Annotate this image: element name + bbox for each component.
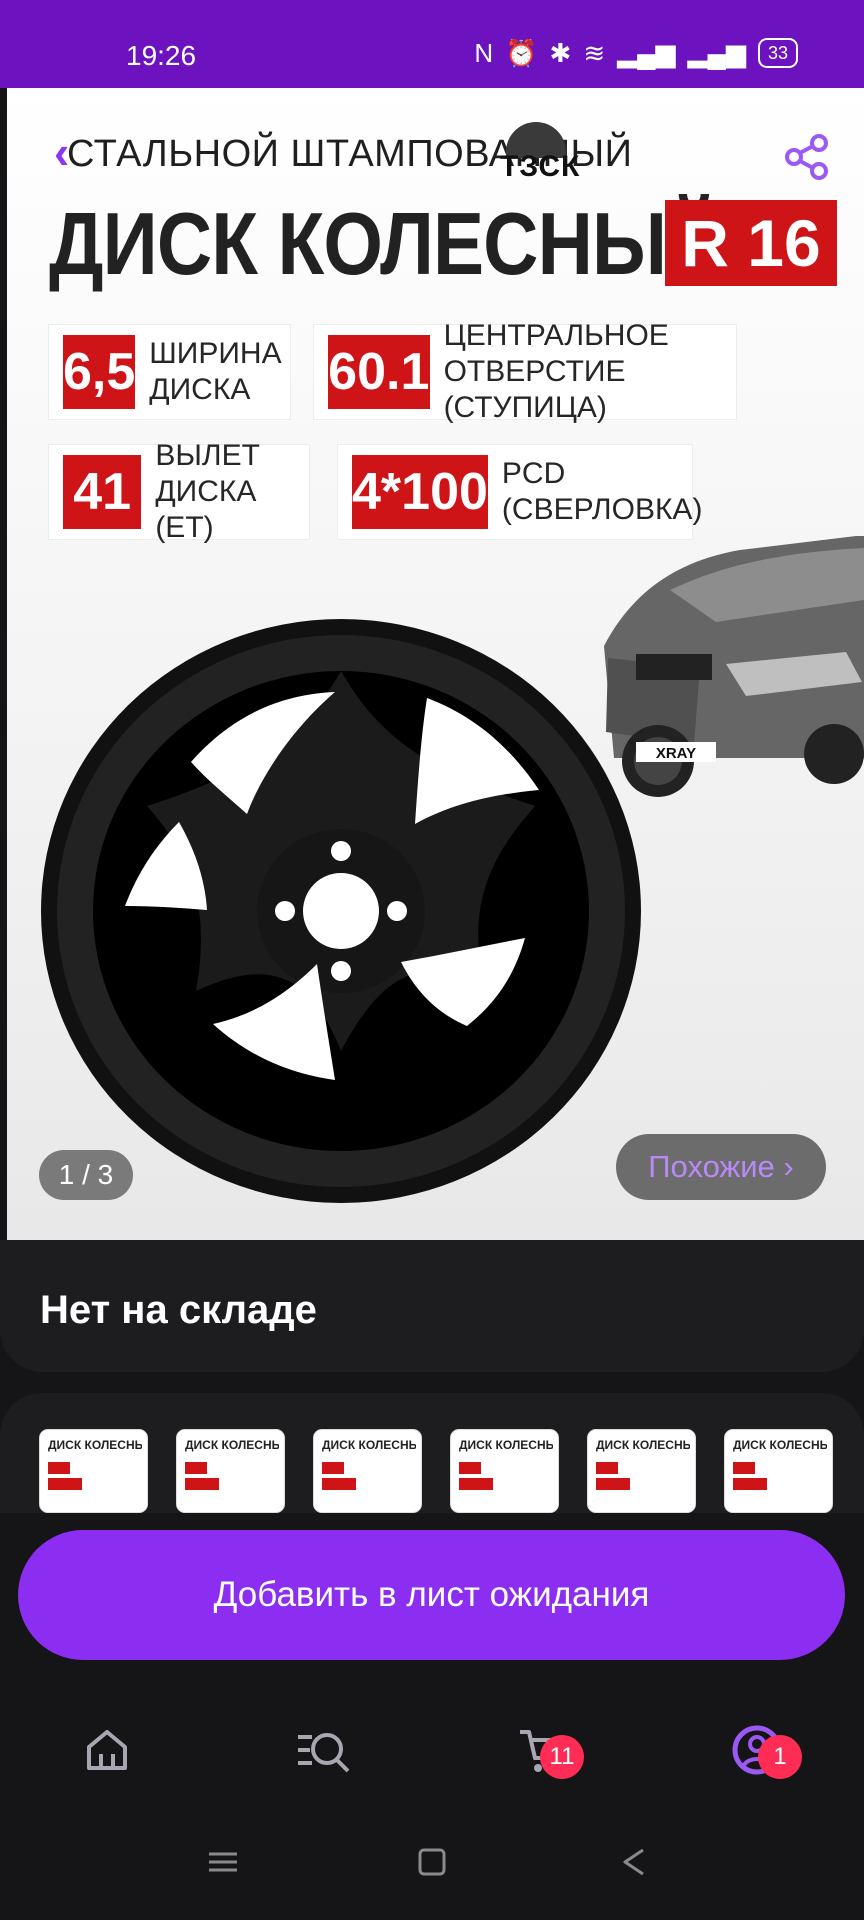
recent-apps-icon[interactable] xyxy=(203,1842,243,1882)
wheel-image xyxy=(41,619,641,1203)
status-bar: 19:26 N ⏰ ✱ ≋ ▂▄▆ ▂▄▆ 33 xyxy=(0,0,864,88)
cart-count-badge: 11 xyxy=(540,1735,584,1779)
thumbnail-item[interactable]: ДИСК КОЛЕСНЫЙ R 15 xyxy=(313,1429,422,1513)
spec-card-width: 6,5 ШИРИНА ДИСКА xyxy=(48,324,291,420)
logo-text: ТЗСК xyxy=(500,150,581,183)
similar-products-button[interactable]: Похожие › xyxy=(616,1134,826,1200)
car-model-label: XRAY xyxy=(656,745,696,762)
spec-value: 41 xyxy=(63,455,142,529)
signal-icon: ▂▄▆ xyxy=(617,38,676,68)
home-icon[interactable] xyxy=(77,1720,137,1780)
spec-value: 6,5 xyxy=(63,335,136,409)
thumbnail-strip[interactable]: ДИСК КОЛЕСНЫЙ R 15 ДИСК КОЛЕСНЫЙ R 15 ДИ… xyxy=(0,1393,864,1513)
thumbnail-spec-mark xyxy=(733,1462,755,1474)
nfc-icon: N xyxy=(474,38,494,68)
thumbnail-item[interactable]: ДИСК КОЛЕСНЫЙ R 15 xyxy=(39,1429,148,1513)
catalog-search-icon[interactable] xyxy=(294,1720,354,1780)
thumbnail-item[interactable]: ДИСК КОЛЕСНЫЙ R 15 xyxy=(176,1429,285,1513)
image-counter: 1 / 3 xyxy=(39,1150,133,1200)
thumbnail-title: ДИСК КОЛЕСНЫЙ R 15 xyxy=(185,1438,279,1452)
thumbnail-spec-mark xyxy=(48,1478,82,1490)
thumbnail-spec-mark xyxy=(48,1462,70,1474)
spec-card-offset: 41 ВЫЛЕТ ДИСКА (ЕТ) xyxy=(48,439,310,544)
wifi-icon: ≋ xyxy=(583,38,606,68)
share-icon[interactable] xyxy=(780,130,834,184)
product-headline: ДИСК КОЛЕСНЫЙ xyxy=(49,194,721,293)
battery-icon: 33 xyxy=(757,38,798,68)
thumbnail-item[interactable]: ДИСК КОЛЕСНЫЙ R 16 xyxy=(587,1429,696,1513)
bottom-navigation xyxy=(0,1660,864,1810)
spec-label: ШИРИНА ДИСКА xyxy=(149,337,282,406)
spec-card-center-bore: 60.1 ЦЕНТРАЛЬНОЕ ОТВЕРСТИЕ (СТУПИЦА) xyxy=(313,319,737,424)
thumbnail-spec-mark xyxy=(733,1478,767,1490)
thumbnail-spec-mark xyxy=(459,1478,493,1490)
product-image-gallery[interactable]: ‹ СТАЛЬНОЙ ШТАМПОВАННЫЙ ТЗСК ДИСК КОЛЕСН… xyxy=(7,88,864,1240)
thumbnail-item[interactable]: ДИСК КОЛЕСНЫЙ R 16 xyxy=(724,1429,833,1513)
profile-notification-badge: 1 xyxy=(758,1735,802,1779)
thumbnail-spec-mark xyxy=(185,1462,207,1474)
thumbnail-title: ДИСК КОЛЕСНЫЙ R 15 xyxy=(48,1438,142,1452)
thumbnail-spec-mark xyxy=(322,1462,344,1474)
brand-logo: ТЗСК xyxy=(482,122,582,188)
home-system-icon[interactable] xyxy=(412,1842,452,1882)
spec-value: 4*100 xyxy=(352,455,488,529)
signal-icon-2: ▂▄▆ xyxy=(687,38,746,68)
status-time: 19:26 xyxy=(126,40,197,71)
thumbnail-spec-mark xyxy=(322,1478,356,1490)
alarm-icon: ⏰ xyxy=(505,38,538,68)
stock-status-text: Нет на складе xyxy=(40,1288,317,1332)
size-badge: R 16 xyxy=(665,200,837,286)
thumbnail-title: ДИСК КОЛЕСНЫЙ R 16 xyxy=(596,1438,690,1452)
spec-value: 60.1 xyxy=(328,335,430,409)
thumbnail-spec-mark xyxy=(185,1478,219,1490)
spec-label: ВЫЛЕТ ДИСКА (ЕТ) xyxy=(155,439,260,544)
bluetooth-icon: ✱ xyxy=(549,38,572,68)
thumbnail-title: ДИСК КОЛЕСНЫЙ R 16 xyxy=(459,1438,553,1452)
back-system-icon[interactable] xyxy=(615,1842,655,1882)
thumbnail-spec-mark xyxy=(459,1462,481,1474)
thumbnail-spec-mark xyxy=(596,1462,618,1474)
thumbnail-title: ДИСК КОЛЕСНЫЙ R 16 xyxy=(733,1438,827,1452)
thumbnail-spec-mark xyxy=(596,1478,630,1490)
thumbnail-title: ДИСК КОЛЕСНЫЙ R 15 xyxy=(322,1438,416,1452)
spec-label: ЦЕНТРАЛЬНОЕ ОТВЕРСТИЕ (СТУПИЦА) xyxy=(443,319,669,424)
add-to-waitlist-button[interactable]: Добавить в лист ожидания xyxy=(18,1530,845,1660)
stock-status-panel: Нет на складе xyxy=(0,1240,864,1372)
thumbnail-item[interactable]: ДИСК КОЛЕСНЫЙ R 16 xyxy=(450,1429,559,1513)
status-icons: N ⏰ ✱ ≋ ▂▄▆ ▂▄▆ 33 xyxy=(474,36,798,70)
